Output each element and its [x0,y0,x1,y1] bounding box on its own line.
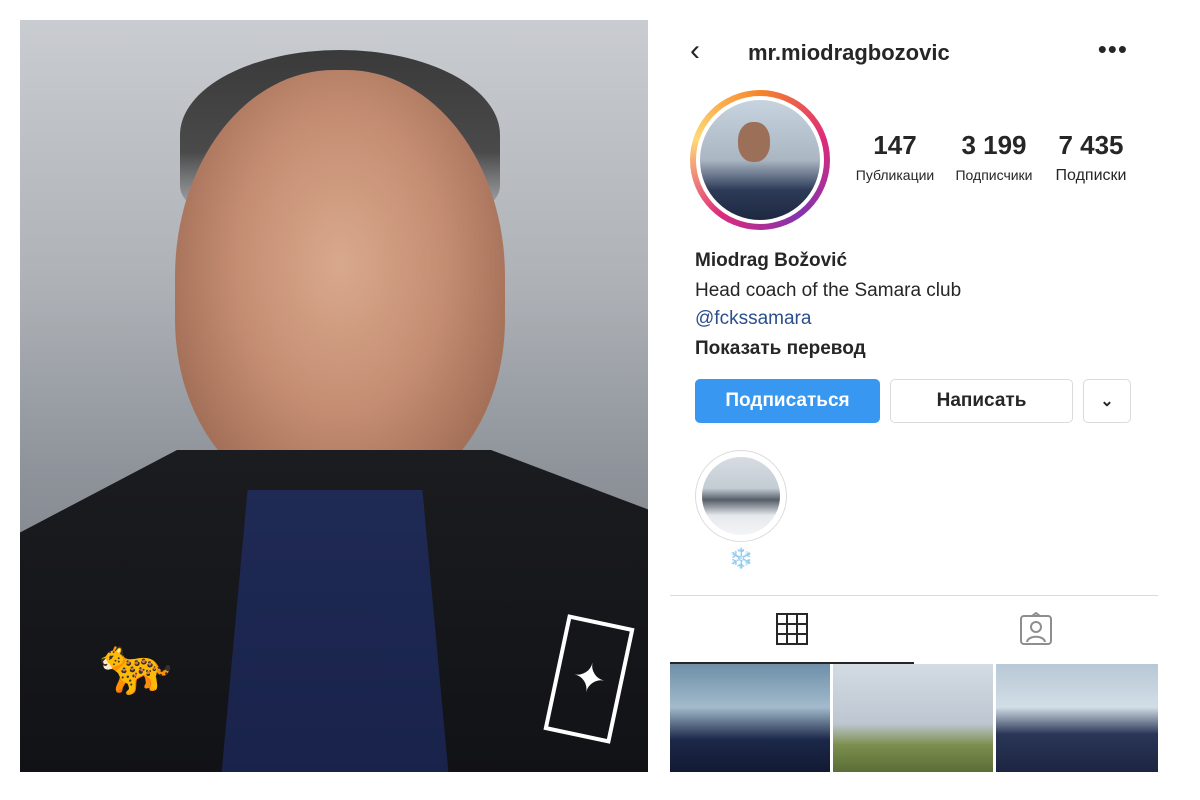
post-thumbnail[interactable] [996,664,1158,772]
profile-mention-link[interactable]: @fckssamara [695,308,1135,330]
avatar-image [700,100,820,220]
tab-posts-grid[interactable] [670,596,914,664]
post-thumbnail[interactable] [670,664,830,772]
highlight-ring[interactable] [695,450,787,542]
profile-description: Head coach of the Samara club [695,280,962,301]
stat-following-label: Подписки [1055,167,1127,184]
chevron-down-icon: ⌄ [1100,393,1114,410]
stat-following[interactable]: 7 435 Подписки [1046,130,1136,185]
stat-followers-label: Подписчики [955,167,1033,183]
avatar-face [738,122,770,162]
story-highlight[interactable]: ❄️ [695,450,787,571]
profile-name: Miodrag Božović [695,250,848,271]
message-button[interactable]: Написать [890,379,1073,423]
stat-followers[interactable]: 3 199 Подписчики [948,130,1040,183]
avatar-story-ring[interactable] [690,90,830,230]
stat-posts-label: Публикации [855,167,935,183]
stat-followers-value: 3 199 [961,130,1027,160]
stat-following-value: 7 435 [1058,130,1124,160]
tab-tagged[interactable] [914,596,1158,664]
stat-posts-value: 147 [873,130,917,160]
avatar[interactable] [696,96,824,224]
stat-posts[interactable]: 147 Публикации [850,130,940,183]
tagged-icon [1020,612,1052,645]
instagram-profile: ‹ mr.miodragbozovic ••• 147 Публикации 3… [670,20,1158,772]
profile-actions: Подписаться Написать ⌄ [695,379,1135,423]
more-options-icon[interactable]: ••• [1098,34,1128,65]
grid-icon [776,613,808,645]
photo-shirt [220,490,450,772]
profile-header: ‹ mr.miodragbozovic ••• [670,20,1158,80]
suggestions-dropdown-button[interactable]: ⌄ [1083,379,1131,423]
coach-portrait-photo: 🐆 ✦ [20,20,648,772]
profile-stats: 147 Публикации 3 199 Подписчики 7 435 По… [850,130,1150,190]
post-thumbnail[interactable] [833,664,993,772]
profile-bio: Miodrag Božović Head coach of the Samara… [695,250,1135,360]
profile-tabs [670,595,1158,664]
puma-logo-icon: 🐆 [94,625,178,702]
highlight-cover-image [702,457,780,535]
profile-username: mr.miodragbozovic [748,40,950,65]
posts-grid [670,664,1158,772]
back-arrow-icon[interactable]: ‹ [690,34,700,68]
show-translation-link[interactable]: Показать перевод [695,338,1135,360]
follow-button[interactable]: Подписаться [695,379,880,423]
photo-head [175,70,505,500]
highlight-label: ❄️ [728,548,754,570]
